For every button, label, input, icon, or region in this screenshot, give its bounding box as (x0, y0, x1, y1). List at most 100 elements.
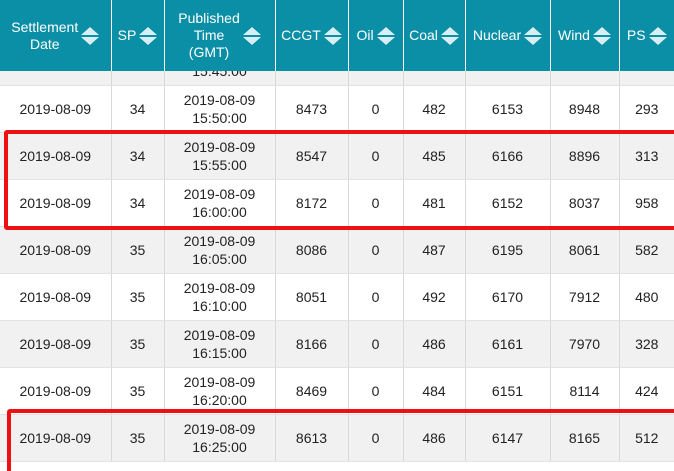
sort-arrows-icon[interactable] (323, 26, 342, 45)
cell-date: 2019-08-09 (0, 85, 112, 133)
cell-nuclear: 6151 (465, 367, 551, 415)
cell-sp: 35 (111, 226, 165, 274)
cell-nuclear: 6161 (465, 320, 551, 368)
cell-coal (403, 71, 466, 86)
cell-sp: 35 (111, 320, 165, 368)
sort-arrows-icon[interactable] (139, 26, 158, 45)
column-header-sp[interactable]: SP (111, 0, 165, 71)
sort-arrows-icon[interactable] (81, 26, 100, 45)
cell-wind: 8165 (550, 414, 620, 462)
cell-ps: 328 (619, 320, 674, 368)
cell-sp: 34 (111, 132, 165, 180)
cell-nuclear: 6147 (465, 414, 551, 462)
column-header-ps[interactable]: PS (619, 0, 674, 71)
table-row: 2019-08-09 35 2019-08-09 16:15:00 8166 0 486 61… (0, 320, 674, 368)
cell-sp (111, 71, 165, 86)
cell-time: 2019-08-09 16:20:00 (164, 367, 276, 415)
cell-nuclear: 6166 (465, 132, 551, 180)
column-header-label: Settlement Date (11, 18, 79, 52)
table-viewport: Settlement Date SP Published Time (GMT) CCGT Oi… (0, 0, 674, 471)
column-header-label: Wind (558, 27, 590, 43)
header-row: Settlement Date SP Published Time (GMT) CCGT Oi… (0, 0, 674, 71)
cell-date: 2019-08-09 (0, 132, 112, 180)
column-header-wind[interactable]: Wind (550, 0, 620, 71)
column-header-label: CCGT (281, 27, 321, 43)
cell-sp: 35 (111, 367, 165, 415)
column-header-oil[interactable]: Oil (348, 0, 404, 71)
table-row-partial: 15:45:00 (0, 71, 674, 86)
cell-date: 2019-08-09 (0, 226, 112, 274)
cell-nuclear: 6152 (465, 179, 551, 227)
cell-date (0, 71, 112, 86)
cell-nuclear: 6195 (465, 226, 551, 274)
sort-arrows-icon[interactable] (524, 26, 543, 45)
partial-time-text: 15:45:00 (192, 71, 247, 79)
cell-nuclear (465, 71, 551, 86)
cell-coal: 486 (403, 414, 466, 462)
cell-ps: 958 (619, 179, 674, 227)
cell-date: 2019-08-09 (0, 367, 112, 415)
sort-arrows-icon[interactable] (376, 26, 395, 45)
column-header-time[interactable]: Published Time (GMT) (164, 0, 276, 71)
cell-ps: 313 (619, 132, 674, 180)
column-header-nuclear[interactable]: Nuclear (465, 0, 551, 71)
cell-oil (348, 71, 404, 86)
table-row: 2019-08-09 35 2019-08-09 16:20:00 8469 0 484 61… (0, 367, 674, 415)
cell-oil: 0 (348, 320, 404, 368)
cell-time: 2019-08-09 16:10:00 (164, 273, 276, 321)
cell-nuclear: 6153 (465, 85, 551, 133)
cell-sp: 35 (111, 414, 165, 462)
column-header-label: Published Time (GMT) (178, 10, 240, 60)
column-header-date[interactable]: Settlement Date (0, 0, 112, 71)
cell-oil: 0 (348, 367, 404, 415)
cell-coal: 487 (403, 226, 466, 274)
cell-oil: 0 (348, 273, 404, 321)
cell-ps: 582 (619, 226, 674, 274)
cell-time: 15:45:00 (164, 71, 276, 86)
cell-ps: 293 (619, 85, 674, 133)
table-row: 2019-08-09 34 2019-08-09 15:55:00 8547 0 485 61… (0, 132, 674, 180)
cell-coal: 484 (403, 367, 466, 415)
table-row: 2019-08-09 34 2019-08-09 16:00:00 8172 0 481 61… (0, 179, 674, 227)
cell-ccgt: 8613 (275, 414, 349, 462)
cell-ccgt: 8086 (275, 226, 349, 274)
table-row: 2019-08-09 34 2019-08-09 15:50:00 8473 0 482 61… (0, 85, 674, 133)
column-header-label: Coal (409, 27, 438, 43)
cell-wind (550, 71, 620, 86)
cell-sp: 34 (111, 85, 165, 133)
cell-date: 2019-08-09 (0, 273, 112, 321)
sort-arrows-icon[interactable] (440, 26, 459, 45)
cell-wind: 8114 (550, 367, 620, 415)
cell-date: 2019-08-09 (0, 179, 112, 227)
column-header-ccgt[interactable]: CCGT (275, 0, 349, 71)
column-header-coal[interactable]: Coal (403, 0, 466, 71)
table-body: 15:45:00 2019-08-09 34 2019-08-09 15:50:00 84… (0, 71, 674, 462)
cell-ccgt: 8469 (275, 367, 349, 415)
cell-coal: 482 (403, 85, 466, 133)
cell-ps: 512 (619, 414, 674, 462)
cell-oil: 0 (348, 414, 404, 462)
cell-wind: 8061 (550, 226, 620, 274)
cell-ps: 480 (619, 273, 674, 321)
cell-time: 2019-08-09 15:50:00 (164, 85, 276, 133)
table-row: 2019-08-09 35 2019-08-09 16:05:00 8086 0 487 61… (0, 226, 674, 274)
cell-ccgt: 8051 (275, 273, 349, 321)
cell-sp: 34 (111, 179, 165, 227)
cell-coal: 481 (403, 179, 466, 227)
sort-arrows-icon[interactable] (648, 26, 667, 45)
cell-wind: 8037 (550, 179, 620, 227)
cell-oil: 0 (348, 132, 404, 180)
sort-arrows-icon[interactable] (592, 26, 611, 45)
cell-time: 2019-08-09 16:15:00 (164, 320, 276, 368)
column-header-label: Nuclear (472, 27, 522, 43)
cell-nuclear: 6170 (465, 273, 551, 321)
column-header-label: Oil (356, 27, 374, 43)
table-row: 2019-08-09 35 2019-08-09 16:25:00 8613 0 486 61… (0, 414, 674, 462)
cell-ccgt: 8166 (275, 320, 349, 368)
sort-arrows-icon[interactable] (242, 26, 261, 45)
cell-time: 2019-08-09 16:00:00 (164, 179, 276, 227)
cell-time: 2019-08-09 16:05:00 (164, 226, 276, 274)
cell-date: 2019-08-09 (0, 320, 112, 368)
cell-sp: 35 (111, 273, 165, 321)
generation-table: Settlement Date SP Published Time (GMT) CCGT Oi… (0, 0, 674, 462)
